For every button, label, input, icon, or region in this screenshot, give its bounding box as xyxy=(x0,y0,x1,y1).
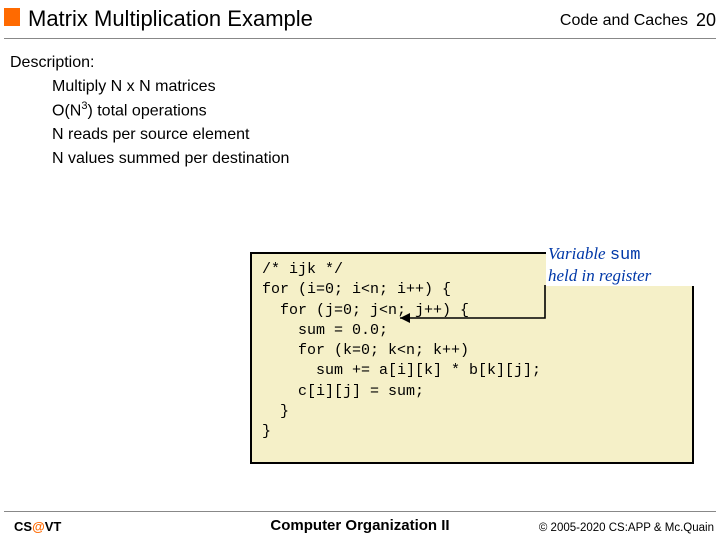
description-heading: Description: xyxy=(10,52,289,74)
list-item: Multiply N x N matrices xyxy=(52,76,289,98)
list-item-text: N reads per source element xyxy=(52,126,249,143)
list-item: N values summed per destination xyxy=(52,148,289,170)
page-number: 20 xyxy=(696,10,716,31)
list-item-text: O(N xyxy=(52,103,81,120)
header-rule xyxy=(4,38,716,39)
list-item: N reads per source element xyxy=(52,124,289,146)
slide-header: Matrix Multiplication Example Code and C… xyxy=(0,6,720,42)
annotation-text: Variable xyxy=(548,244,610,263)
accent-square-icon xyxy=(4,8,20,26)
list-item-text: ) total operations xyxy=(87,103,206,120)
slide-title: Matrix Multiplication Example xyxy=(28,6,313,32)
description-list: Multiply N x N matrices O(N3) total oper… xyxy=(52,76,289,170)
list-item-text: Multiply N x N matrices xyxy=(52,78,216,95)
copyright-label: © 2005-2020 CS:APP & Mc.Quain xyxy=(539,522,714,534)
description-block: Description: Multiply N x N matrices O(N… xyxy=(10,52,289,171)
list-item-text: N values summed per destination xyxy=(52,150,289,167)
annotation-code: sum xyxy=(610,246,641,265)
annotation-callout: Variable sum held in register xyxy=(546,244,714,286)
slide: Matrix Multiplication Example Code and C… xyxy=(0,0,720,540)
list-item: O(N3) total operations xyxy=(52,99,289,122)
footer-rule xyxy=(4,511,716,512)
annotation-text: held in register xyxy=(548,266,651,285)
section-label: Code and Caches xyxy=(560,12,688,30)
